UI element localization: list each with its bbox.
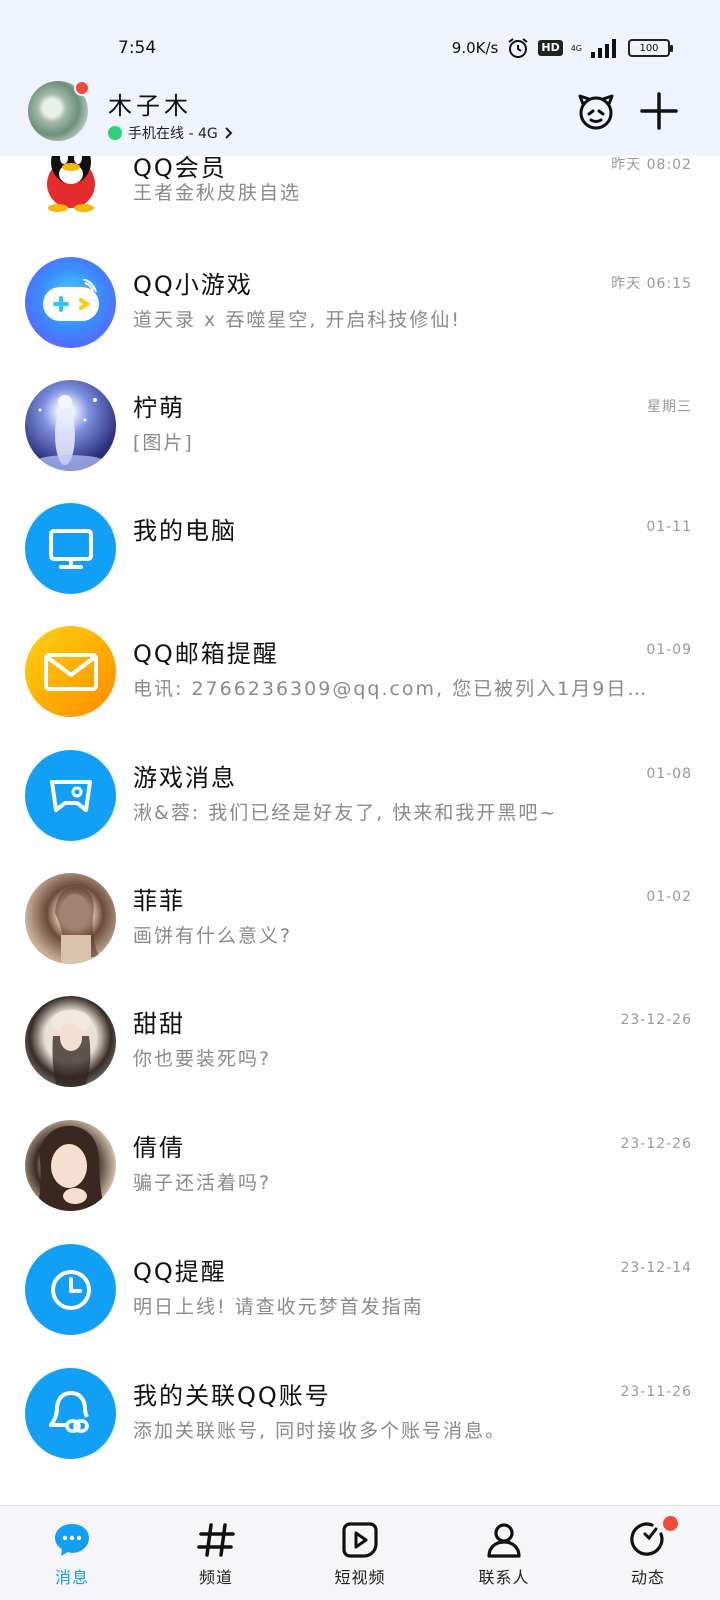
mail-icon [25, 626, 116, 717]
notification-dot [74, 80, 90, 96]
conversation-time: 01-08 [646, 766, 692, 782]
conversation-list: QQ会员 王者金秋皮肤自选 昨天 08:02 QQ小游戏 道天录 x 吞噬星空,… [0, 156, 720, 1505]
conversation-title: 甜甜 [133, 1010, 185, 1038]
gamepad-icon [25, 257, 116, 348]
conversation-time: 01-11 [646, 519, 692, 535]
moments-icon [630, 1522, 664, 1556]
hd-badge: HD [538, 40, 563, 56]
signal-icon [591, 39, 616, 58]
conversation-preview: 添加关联账号, 同时接收多个账号消息。 [133, 1420, 507, 1442]
notification-dot [663, 1516, 678, 1531]
conversation-time: 23-12-14 [620, 1260, 692, 1276]
conversation-preview: [图片] [133, 432, 194, 454]
conversation-time: 01-09 [646, 642, 692, 658]
conversation-title: 我的关联QQ账号 [133, 1382, 331, 1410]
conversation-title: 我的电脑 [133, 517, 237, 545]
status-time: 7:54 [118, 38, 157, 58]
person-icon [487, 1523, 521, 1558]
conversation-time: 01-02 [646, 889, 692, 905]
bottom-tab-bar: 消息 频道 短视频 联系人 动态 [0, 1505, 720, 1600]
conversation-item[interactable]: 倩倩 骗子还活着吗? 23-12-26 [0, 1120, 720, 1246]
conversation-item[interactable]: QQ会员 王者金秋皮肤自选 昨天 08:02 [0, 156, 720, 272]
linked-account-icon [25, 1368, 116, 1459]
tab-messages[interactable]: 消息 [0, 1506, 144, 1600]
super-qq-show-icon[interactable] [575, 90, 617, 132]
conversation-title: QQ小游戏 [133, 271, 253, 299]
conversation-title: 柠萌 [133, 394, 185, 422]
game-message-icon [25, 750, 116, 841]
conversation-item[interactable]: 我的关联QQ账号 添加关联账号, 同时接收多个账号消息。 23-11-26 [0, 1368, 720, 1494]
status-indicators: 9.0K/s HD 4G 100 [451, 36, 673, 60]
conversation-title: QQ邮箱提醒 [133, 640, 279, 668]
conversation-time: 昨天 08:02 [611, 157, 692, 173]
conversation-item[interactable]: 我的电脑 01-11 [0, 503, 720, 629]
tab-label: 频道 [198, 1568, 233, 1587]
conversation-item[interactable]: 甜甜 你也要装死吗? 23-12-26 [0, 996, 720, 1122]
online-status-text: 手机在线 - 4G [128, 126, 218, 142]
online-dot-icon [108, 126, 122, 140]
conversation-preview: 骗子还活着吗? [133, 1172, 272, 1194]
conversation-preview: 王者金秋皮肤自选 [133, 182, 302, 204]
conversation-item[interactable]: 柠萌 [图片] 星期三 [0, 380, 720, 506]
conversation-title: QQ提醒 [133, 1258, 227, 1286]
battery-icon: 100 [628, 39, 673, 57]
qq-penguin-icon [25, 156, 116, 217]
conversation-title: 游戏消息 [133, 764, 237, 792]
network-speed: 9.0K/s [451, 39, 499, 57]
conversation-item[interactable]: QQ邮箱提醒 电讯: 2766236309@qq.com, 您已被列入1月9日银… [0, 626, 720, 752]
avatar-photo [25, 1120, 116, 1211]
conversation-item[interactable]: 游戏消息 湫&蓉: 我们已经是好友了, 快来和我开黑吧~ 01-08 [0, 750, 720, 876]
avatar-photo [25, 380, 116, 471]
conversation-preview: 湫&蓉: 我们已经是好友了, 快来和我开黑吧~ [133, 802, 558, 824]
online-status[interactable]: 手机在线 - 4G [108, 123, 234, 143]
clock-icon [25, 1244, 116, 1335]
conversation-title: 倩倩 [133, 1134, 185, 1162]
conversation-time: 23-12-26 [620, 1012, 692, 1028]
conversation-title: 菲菲 [133, 887, 185, 915]
conversation-time: 昨天 06:15 [611, 276, 692, 292]
conversation-time: 23-12-26 [620, 1136, 692, 1152]
monitor-icon [25, 503, 116, 594]
conversation-preview: 画饼有什么意义? [133, 925, 293, 947]
tab-contacts[interactable]: 联系人 [432, 1506, 576, 1600]
plus-icon[interactable] [638, 90, 680, 132]
tab-moments[interactable]: 动态 [576, 1506, 720, 1600]
conversation-preview: 电讯: 2766236309@qq.com, 您已被列入1月9日银行卡的··· [133, 678, 663, 700]
chevron-right-icon [225, 127, 233, 139]
battery-level: 100 [639, 42, 659, 54]
chat-bubble-icon [55, 1524, 89, 1556]
conversation-preview: 道天录 x 吞噬星空, 开启科技修仙! [133, 309, 462, 331]
conversation-item[interactable]: 菲菲 画饼有什么意义? 01-02 [0, 873, 720, 999]
app-header: 木子木 手机在线 - 4G [0, 78, 720, 156]
avatar-photo [25, 873, 116, 964]
video-play-icon [342, 1522, 378, 1558]
tab-label: 短视频 [334, 1568, 386, 1587]
tab-short-video[interactable]: 短视频 [288, 1506, 432, 1600]
conversation-preview: 明日上线! 请查收元梦首发指南 [133, 1296, 424, 1318]
hashtag-icon [197, 1523, 235, 1557]
conversation-item[interactable]: QQ小游戏 道天录 x 吞噬星空, 开启科技修仙! 昨天 06:15 [0, 257, 720, 383]
tab-label: 动态 [630, 1568, 665, 1587]
status-bar: 7:54 9.0K/s HD 4G 100 [0, 0, 720, 78]
conversation-item[interactable]: QQ提醒 明日上线! 请查收元梦首发指南 23-12-14 [0, 1244, 720, 1370]
avatar-photo [25, 996, 116, 1087]
tab-label: 消息 [54, 1568, 89, 1587]
conversation-preview: 你也要装死吗? [133, 1048, 272, 1070]
conversation-time: 23-11-26 [620, 1384, 692, 1400]
my-nickname[interactable]: 木子木 [108, 86, 192, 121]
alarm-icon [508, 38, 528, 58]
tab-label: 联系人 [478, 1568, 530, 1587]
conversation-time: 星期三 [647, 399, 692, 415]
network-type: 4G [570, 43, 582, 53]
tab-channels[interactable]: 频道 [144, 1506, 288, 1600]
